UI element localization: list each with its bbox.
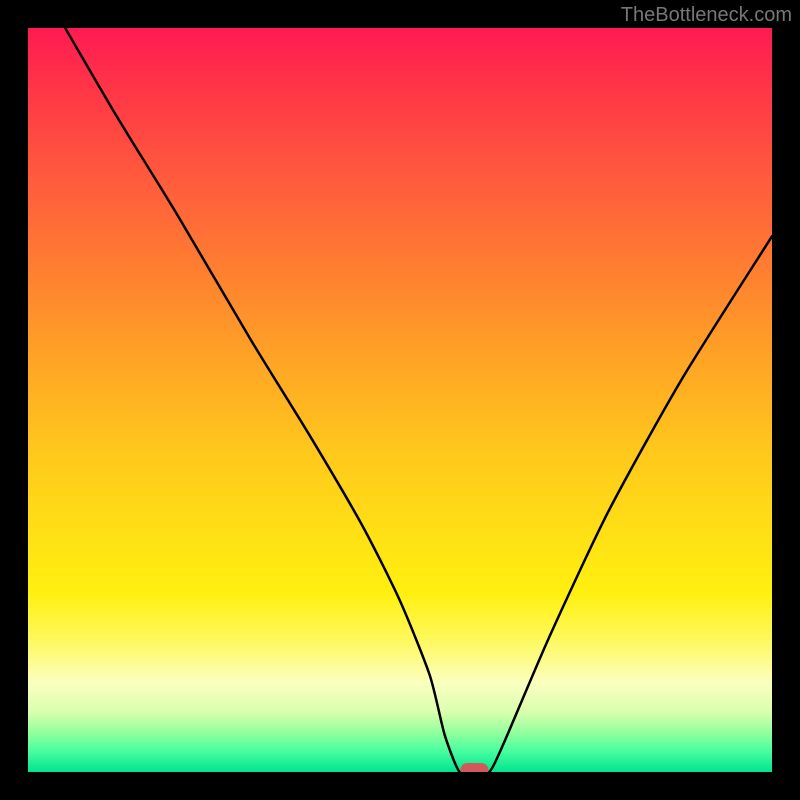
optimal-point-marker	[460, 763, 488, 772]
chart-area	[28, 28, 772, 772]
watermark-text: TheBottleneck.com	[621, 4, 792, 27]
chart-svg	[28, 28, 772, 772]
bottleneck-curve-line	[65, 28, 772, 772]
